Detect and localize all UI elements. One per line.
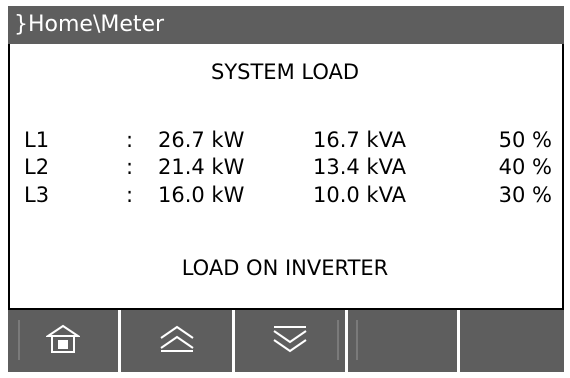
breadcrumb-path: }Home\Meter (14, 12, 165, 37)
home-button[interactable] (8, 310, 121, 372)
apparent-power-value: 13.4 kVA (313, 155, 406, 179)
button-edge-marker (18, 320, 20, 360)
breadcrumb: }Home\Meter (8, 6, 564, 44)
home-icon (44, 323, 82, 359)
page-up-button[interactable] (121, 310, 235, 372)
page-down-button[interactable] (235, 310, 348, 372)
line-label: L2 (24, 155, 50, 179)
separator: : (126, 183, 134, 207)
line-label: L1 (24, 128, 50, 152)
active-power-value: 16.0 kW (158, 183, 245, 207)
button-edge-marker (356, 320, 358, 360)
separator: : (126, 155, 134, 179)
active-power-value: 26.7 kW (158, 128, 245, 152)
line-label: L3 (24, 183, 50, 207)
page-title: SYSTEM LOAD (210, 60, 360, 84)
load-percent-value: 30 % (498, 183, 552, 207)
active-power-value: 21.4 kW (158, 155, 245, 179)
load-row-l2: L2 : 21.4 kW 13.4 kVA 40 % (0, 155, 570, 181)
apparent-power-value: 16.7 kVA (313, 128, 406, 152)
load-row-l1: L1 : 26.7 kW 16.7 kVA 50 % (0, 128, 570, 154)
load-percent-value: 50 % (498, 128, 552, 152)
double-chevron-down-icon (271, 323, 309, 359)
button-edge-marker (337, 320, 339, 360)
softkey-5[interactable] (460, 310, 564, 372)
load-row-l3: L3 : 16.0 kW 10.0 kVA 30 % (0, 183, 570, 209)
double-chevron-up-icon (158, 323, 196, 359)
load-percent-value: 40 % (498, 155, 552, 179)
softkey-bar (8, 310, 564, 372)
softkey-4[interactable] (348, 310, 460, 372)
apparent-power-value: 10.0 kVA (313, 183, 406, 207)
load-status-text: LOAD ON INVERTER (181, 256, 389, 280)
meter-screen: }Home\Meter SYSTEM LOAD L1 : 26.7 kW 16.… (0, 0, 570, 378)
separator: : (126, 128, 134, 152)
